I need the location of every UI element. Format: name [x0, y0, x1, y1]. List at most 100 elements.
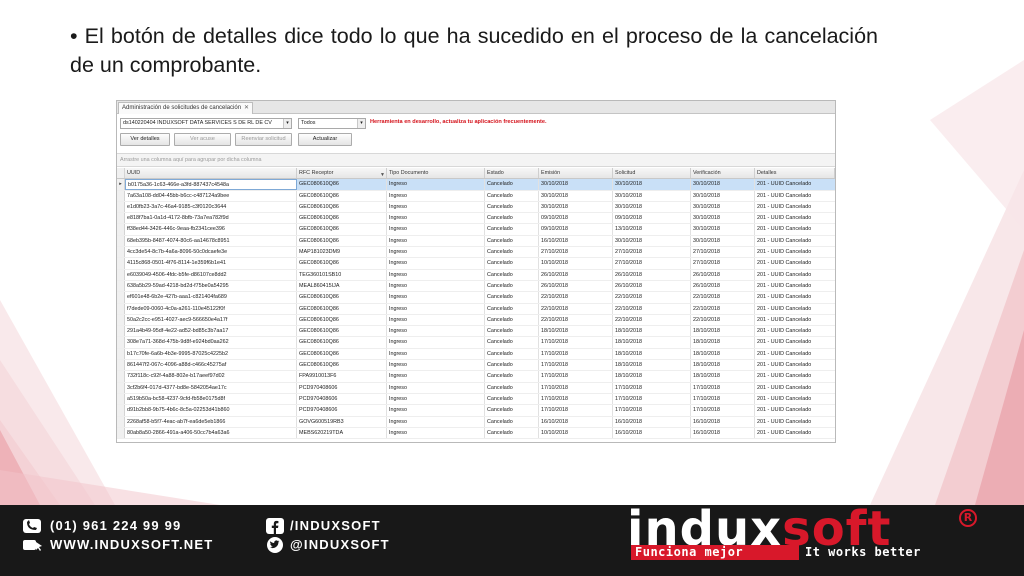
cell-uuid[interactable]: 2268af58-b5f7-4eac-ab7f-ea6de5eb1866 — [125, 416, 297, 427]
cell-uuid[interactable]: e6039049-4506-4fdc-b5fe-d86107ce8dd2 — [125, 269, 297, 280]
cell-document-type[interactable]: Ingreso — [387, 360, 485, 371]
column-header-issue-date[interactable]: Emisión — [539, 168, 613, 179]
cell-document-type[interactable]: Ingreso — [387, 235, 485, 247]
cell-status[interactable]: Cancelado — [485, 427, 539, 439]
cell-uuid[interactable]: f7dede09-0060-4c0a-a261-110e45122f0f — [125, 303, 297, 314]
cell-issue-date[interactable]: 10/10/2018 — [539, 258, 613, 269]
status-filter-select[interactable]: Todos ▾ — [298, 118, 366, 129]
table-row[interactable]: 291a4b49-95df-4e22-ad52-bd85c3b7aa17 GEC0… — [117, 326, 835, 338]
cell-document-type[interactable]: Ingreso — [387, 190, 485, 201]
resend-request-button[interactable]: Reenviar solicitud — [235, 133, 292, 146]
cell-rfc[interactable]: GEC080610Q86 — [297, 235, 387, 247]
cell-document-type[interactable]: Ingreso — [387, 303, 485, 314]
cell-uuid[interactable]: 80ab8a50-2866-491a-a406-50cc7b4a63a6 — [125, 427, 297, 439]
cell-rfc[interactable]: MAP181023DM9 — [297, 247, 387, 258]
cell-status[interactable]: Cancelado — [485, 292, 539, 303]
cell-document-type[interactable]: Ingreso — [387, 201, 485, 213]
cell-issue-date[interactable]: 16/10/2018 — [539, 416, 613, 427]
cell-verification-date[interactable]: 16/10/2018 — [691, 427, 755, 439]
cell-status[interactable]: Cancelado — [485, 416, 539, 427]
cell-uuid[interactable]: 4115c868-0501-4f76-8114-1e359f6b1e41 — [125, 258, 297, 269]
cell-details[interactable]: 201 - UUID Cancelado — [755, 281, 835, 291]
cell-request-date[interactable]: 18/10/2018 — [613, 337, 691, 348]
cell-rfc[interactable]: PCD970408606 — [297, 393, 387, 405]
cell-document-type[interactable]: Ingreso — [387, 405, 485, 416]
cell-request-date[interactable]: 09/10/2018 — [613, 213, 691, 224]
row-indicator[interactable] — [117, 303, 125, 314]
table-row[interactable]: 7a63a108-dd04-45bb-b6cc-c487124a9bee GEC0… — [117, 190, 835, 202]
cell-status[interactable]: Cancelado — [485, 213, 539, 224]
cell-status[interactable]: Cancelado — [485, 326, 539, 337]
cell-uuid[interactable]: ef601e48-6b2e-427b-aaa1-c821404fa689 — [125, 292, 297, 303]
cell-issue-date[interactable]: 26/10/2018 — [539, 269, 613, 280]
cell-issue-date[interactable]: 22/10/2018 — [539, 303, 613, 314]
cell-request-date[interactable]: 22/10/2018 — [613, 292, 691, 303]
cell-status[interactable]: Cancelado — [485, 303, 539, 314]
row-indicator[interactable] — [117, 201, 125, 213]
cell-uuid[interactable]: e818f7ba1-0a1d-4172-8bfb-73a7ea782f9d — [125, 213, 297, 224]
cell-status[interactable]: Cancelado — [485, 269, 539, 280]
table-row[interactable]: 50a2c2cc-e951-4027-aec9-566650e4a17f GEC0… — [117, 314, 835, 327]
row-indicator[interactable] — [117, 280, 125, 292]
cell-details[interactable]: 201 - UUID Cancelado — [755, 258, 835, 268]
cell-request-date[interactable]: 30/10/2018 — [613, 190, 691, 201]
cell-rfc[interactable]: GEC080610Q86 — [297, 258, 387, 269]
cell-issue-date[interactable]: 09/10/2018 — [539, 213, 613, 224]
cell-uuid[interactable]: a519b50a-bc58-4237-9cfd-fb58e0175d8f — [125, 393, 297, 405]
cell-verification-date[interactable]: 18/10/2018 — [691, 348, 755, 360]
column-header-document-type[interactable]: Tipo Documento — [387, 168, 485, 179]
cell-status[interactable]: Cancelado — [485, 179, 539, 190]
cell-details[interactable]: 201 - UUID Cancelado — [755, 179, 835, 189]
cell-request-date[interactable]: 18/10/2018 — [613, 326, 691, 337]
cell-request-date[interactable]: 16/10/2018 — [613, 416, 691, 427]
cell-request-date[interactable]: 30/10/2018 — [613, 201, 691, 213]
cell-issue-date[interactable]: 17/10/2018 — [539, 393, 613, 405]
row-indicator[interactable] — [117, 360, 125, 371]
row-indicator[interactable] — [117, 382, 125, 393]
table-row[interactable]: 4cc3de54-8c7b-4a6a-8096-50c0dcaefe3e MAP1… — [117, 247, 835, 259]
cell-request-date[interactable]: 30/10/2018 — [613, 235, 691, 247]
cell-details[interactable]: 201 - UUID Cancelado — [755, 202, 835, 212]
table-row[interactable]: e1d0fb23-3a7c-46a4-9185-c3f0120c3644 GEC0… — [117, 201, 835, 214]
cell-verification-date[interactable]: 30/10/2018 — [691, 213, 755, 224]
cell-details[interactable]: 201 - UUID Cancelado — [755, 292, 835, 302]
cell-request-date[interactable]: 17/10/2018 — [613, 382, 691, 393]
table-row[interactable]: 2268af58-b5f7-4eac-ab7f-ea6de5eb1866 GOVG… — [117, 416, 835, 428]
cell-verification-date[interactable]: 27/10/2018 — [691, 247, 755, 258]
table-row[interactable]: d91b2bb8-9b75-4b6c-8c5a-02253d41b860 PCD9… — [117, 405, 835, 417]
cell-rfc[interactable]: MEBS620219TDA — [297, 427, 387, 439]
cell-document-type[interactable]: Ingreso — [387, 292, 485, 303]
table-row[interactable]: f7dede09-0060-4c0a-a261-110e45122f0f GEC0… — [117, 303, 835, 315]
table-row[interactable]: 3cf2b6f4-017d-4377-bd8e-5842054ae17c PCD9… — [117, 382, 835, 394]
cell-issue-date[interactable]: 17/10/2018 — [539, 360, 613, 371]
close-icon[interactable]: ✕ — [244, 103, 249, 114]
cell-status[interactable]: Cancelado — [485, 382, 539, 393]
tab-cancellation-requests[interactable]: Administración de solicitudes de cancela… — [118, 102, 253, 114]
table-row[interactable]: e6039049-4506-4fdc-b5fe-d86107ce8dd2 TEG3… — [117, 269, 835, 281]
cell-issue-date[interactable]: 17/10/2018 — [539, 371, 613, 382]
row-indicator[interactable] — [117, 427, 125, 439]
cell-status[interactable]: Cancelado — [485, 405, 539, 416]
group-by-panel[interactable]: Arrastre una columna aquí para agrupar p… — [117, 153, 835, 167]
cell-request-date[interactable]: 30/10/2018 — [613, 179, 691, 190]
table-row[interactable]: ef601e48-6b2e-427b-aaa1-c821404fa689 GEC0… — [117, 292, 835, 304]
cell-issue-date[interactable]: 16/10/2018 — [539, 235, 613, 247]
chevron-down-icon[interactable]: ▾ — [283, 119, 291, 128]
cell-details[interactable]: 201 - UUID Cancelado — [755, 304, 835, 314]
cell-document-type[interactable]: Ingreso — [387, 280, 485, 292]
cell-request-date[interactable]: 16/10/2018 — [613, 427, 691, 439]
cell-status[interactable]: Cancelado — [485, 247, 539, 258]
cell-uuid[interactable]: 861447f2-067c-4096-a88d-c466c45275af — [125, 360, 297, 371]
cell-details[interactable]: 201 - UUID Cancelado — [755, 270, 835, 280]
column-header-details[interactable]: Detalles — [755, 168, 835, 179]
cell-rfc[interactable]: FPA9910013F6 — [297, 371, 387, 382]
view-details-button[interactable]: Ver detalles — [120, 133, 170, 146]
cell-verification-date[interactable]: 17/10/2018 — [691, 382, 755, 393]
cell-request-date[interactable]: 27/10/2018 — [613, 247, 691, 258]
cell-details[interactable]: 201 - UUID Cancelado — [755, 428, 835, 438]
cell-verification-date[interactable]: 22/10/2018 — [691, 303, 755, 314]
cell-issue-date[interactable]: 17/10/2018 — [539, 348, 613, 360]
footer-website[interactable]: WWW.INDUXSOFT.NET — [50, 537, 213, 552]
cell-details[interactable]: 201 - UUID Cancelado — [755, 371, 835, 381]
cell-rfc[interactable]: GEC080610Q86 — [297, 190, 387, 201]
